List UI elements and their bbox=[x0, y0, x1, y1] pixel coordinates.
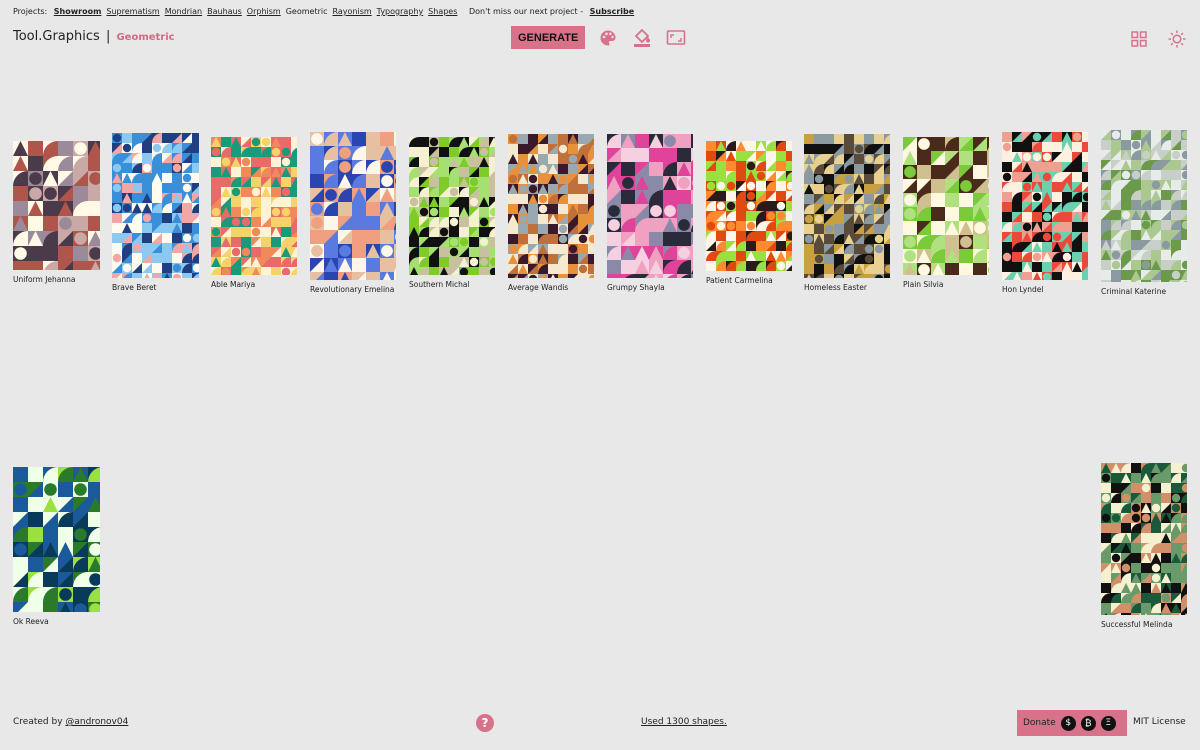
author-link[interactable]: @andronov04 bbox=[65, 717, 128, 727]
artwork-title[interactable]: Able Mariya bbox=[211, 280, 255, 289]
artwork-card[interactable]: Grumpy Shayla bbox=[607, 134, 693, 292]
artwork-title[interactable]: Criminal Katerine bbox=[1101, 287, 1166, 296]
aspect-ratio-icon[interactable] bbox=[665, 27, 687, 49]
donate-button[interactable]: Donate $ ₿ Ξ bbox=[1017, 710, 1127, 736]
artwork-card[interactable]: Criminal Katerine bbox=[1101, 130, 1187, 296]
artwork-thumbnail[interactable] bbox=[1101, 463, 1187, 615]
palette-icon[interactable] bbox=[597, 27, 619, 49]
dollar-icon[interactable]: $ bbox=[1060, 715, 1076, 731]
artwork-card[interactable]: Ok Reeva bbox=[13, 467, 100, 626]
donate-label: Donate bbox=[1023, 718, 1056, 728]
artwork-title[interactable]: Brave Beret bbox=[112, 283, 157, 292]
projects-prefix: Projects: bbox=[13, 7, 48, 16]
project-link-showroom[interactable]: Showroom bbox=[54, 7, 102, 16]
credits: Created by @andronov04 bbox=[13, 717, 128, 727]
artwork-title[interactable]: Grumpy Shayla bbox=[607, 283, 665, 292]
artwork-thumbnail[interactable] bbox=[1002, 132, 1088, 280]
artwork-thumbnail[interactable] bbox=[607, 134, 693, 278]
subscribe-link[interactable]: Subscribe bbox=[590, 7, 635, 16]
artwork-title[interactable]: Successful Melinda bbox=[1101, 620, 1172, 629]
artwork-card[interactable]: Uniform Jehanna bbox=[13, 141, 100, 284]
artwork-title[interactable]: Southern Michal bbox=[409, 280, 470, 289]
project-link-bauhaus[interactable]: Bauhaus bbox=[207, 7, 242, 16]
paint-bucket-icon[interactable] bbox=[631, 27, 653, 49]
created-by-text: Created by bbox=[13, 717, 63, 727]
artwork-card[interactable]: Hon Lyndel bbox=[1002, 132, 1088, 294]
artwork-title[interactable]: Average Wandis bbox=[508, 283, 568, 292]
artwork-title[interactable]: Plain Silvia bbox=[903, 280, 943, 289]
artwork-thumbnail[interactable] bbox=[804, 134, 890, 278]
project-link-shapes[interactable]: Shapes bbox=[428, 7, 457, 16]
artwork-thumbnail[interactable] bbox=[903, 137, 989, 275]
artwork-card[interactable]: Revolutionary Emelina bbox=[310, 132, 396, 294]
artwork-card[interactable]: Southern Michal bbox=[409, 137, 495, 289]
project-link-suprematism[interactable]: Suprematism bbox=[106, 7, 159, 16]
generate-button[interactable]: GENERATE bbox=[511, 26, 586, 49]
artwork-thumbnail[interactable] bbox=[112, 133, 199, 278]
site-logo[interactable]: Tool.Graphics bbox=[13, 29, 100, 44]
artwork-title[interactable]: Homeless Easter bbox=[804, 283, 867, 292]
brand: Tool.Graphics | Geometric bbox=[13, 29, 175, 44]
artwork-card[interactable]: Homeless Easter bbox=[804, 134, 890, 292]
artwork-card[interactable]: Average Wandis bbox=[508, 134, 594, 292]
artwork-thumbnail[interactable] bbox=[1101, 130, 1187, 282]
brand-separator: | bbox=[105, 29, 111, 44]
artwork-thumbnail[interactable] bbox=[409, 137, 495, 275]
help-icon[interactable]: ? bbox=[476, 714, 494, 732]
artwork-title[interactable]: Patient Carmelina bbox=[706, 276, 773, 285]
artwork-card[interactable]: Plain Silvia bbox=[903, 137, 989, 289]
artwork-title[interactable]: Ok Reeva bbox=[13, 617, 49, 626]
promo-text: Don't miss our next project - bbox=[468, 7, 584, 16]
artwork-thumbnail[interactable] bbox=[211, 137, 297, 275]
shapes-count-link[interactable]: Used 1300 shapes. bbox=[641, 717, 727, 727]
artwork-thumbnail[interactable] bbox=[508, 134, 594, 278]
view-controls bbox=[1112, 28, 1188, 50]
current-mode-label: Geometric bbox=[116, 32, 175, 43]
artwork-card[interactable]: Successful Melinda bbox=[1101, 463, 1187, 629]
license-text: MIT License bbox=[1133, 717, 1186, 727]
artwork-title[interactable]: Revolutionary Emelina bbox=[310, 285, 394, 294]
artwork-card[interactable]: Able Mariya bbox=[211, 137, 297, 289]
artwork-thumbnail[interactable] bbox=[310, 132, 396, 280]
ethereum-icon[interactable]: Ξ bbox=[1100, 715, 1116, 731]
project-link-geometric[interactable]: Geometric bbox=[286, 7, 328, 16]
project-link-orphism[interactable]: Orphism bbox=[247, 7, 281, 16]
artwork-card[interactable]: Patient Carmelina bbox=[706, 141, 792, 285]
project-link-rayonism[interactable]: Rayonism bbox=[333, 7, 372, 16]
artwork-thumbnail[interactable] bbox=[706, 141, 792, 271]
artwork-title[interactable]: Hon Lyndel bbox=[1002, 285, 1044, 294]
project-link-mondrian[interactable]: Mondrian bbox=[165, 7, 202, 16]
bitcoin-icon[interactable]: ₿ bbox=[1080, 715, 1096, 731]
grid-view-icon[interactable] bbox=[1128, 28, 1150, 50]
artwork-thumbnail[interactable] bbox=[13, 141, 100, 270]
projects-bar: Projects: Showroom Suprematism Mondrian Bau… bbox=[13, 7, 634, 16]
project-link-typography[interactable]: Typography bbox=[377, 7, 424, 16]
theme-toggle-icon[interactable] bbox=[1166, 28, 1188, 50]
artwork-thumbnail[interactable] bbox=[13, 467, 100, 612]
artwork-card[interactable]: Brave Beret bbox=[112, 133, 199, 292]
artwork-title[interactable]: Uniform Jehanna bbox=[13, 275, 75, 284]
toolbar: GENERATE bbox=[511, 26, 687, 49]
